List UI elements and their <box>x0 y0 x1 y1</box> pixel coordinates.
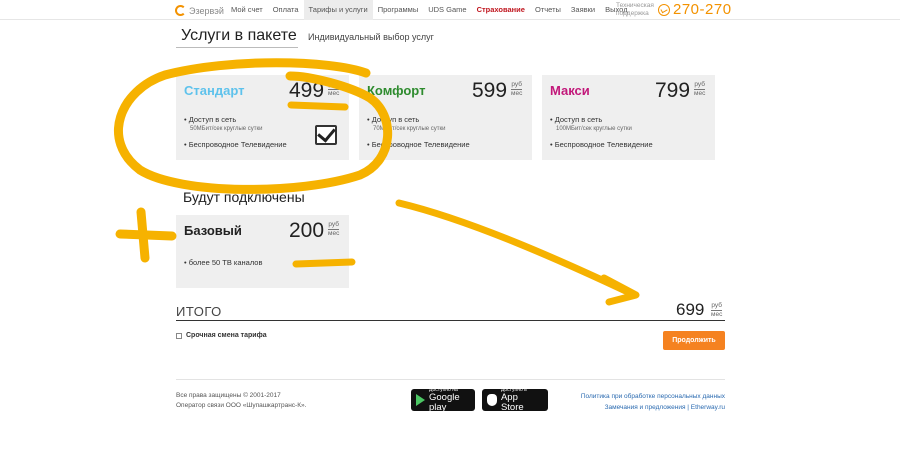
copyright-text: Все права защищены © 2001-2017 <box>176 392 281 399</box>
nav-item-insurance[interactable]: Страхование <box>472 0 530 20</box>
plan-card-standard[interactable]: Стандарт 499 руб мес • Доступ в сеть 50М… <box>176 75 349 160</box>
urgent-change-label: Срочная смена тарифа <box>186 332 267 339</box>
currency-top: руб <box>511 81 522 88</box>
total-currency: руб мес <box>711 302 723 319</box>
currency-label: руб мес <box>694 81 706 98</box>
plan-price: 499 <box>289 79 325 102</box>
google-play-icon <box>416 394 425 406</box>
feature-text: более 50 ТВ каналов <box>188 258 263 267</box>
app-store-button[interactable]: Доступно в App Store <box>482 387 548 413</box>
support-line-1: Техническая <box>616 2 654 9</box>
plus-horizontal <box>115 229 177 241</box>
individual-choice-tab[interactable]: Индивидуальный выбор услуг <box>308 32 434 42</box>
continue-button[interactable]: Продолжить <box>663 331 725 350</box>
plan-name: Макси <box>550 83 590 98</box>
support-line-2: поддержка <box>616 10 649 17</box>
app-store-text: Доступно в App Store <box>501 387 543 413</box>
currency-bottom: мес <box>328 229 340 237</box>
google-play-button[interactable]: Доступно на Google play <box>411 387 475 413</box>
plan-feature-tv: • Беспроводное Телевидение <box>184 140 287 149</box>
google-play-big: Google play <box>429 392 460 413</box>
currency-label: руб мес <box>328 221 340 238</box>
currency-top: руб <box>711 302 722 309</box>
currency-bottom: мес <box>328 89 340 97</box>
plan-card-maxi[interactable]: Макси 799 руб мес • Доступ в сеть 100МБи… <box>542 75 715 160</box>
logo[interactable]: Эзервэй <box>175 4 224 17</box>
currency-bottom: мес <box>711 310 723 318</box>
currency-top: руб <box>328 221 339 228</box>
plan-price: 799 <box>655 79 691 102</box>
currency-label: руб мес <box>328 81 340 98</box>
plan-feature-internet: • Доступ в сеть <box>367 115 420 124</box>
phone-icon <box>658 3 670 16</box>
currency-bottom: мес <box>511 89 523 97</box>
currency-bottom: мес <box>694 89 706 97</box>
arrow-head-annotation <box>600 274 640 306</box>
total-value: 699 <box>676 300 705 319</box>
support-phone[interactable]: 270-270 <box>658 1 732 18</box>
app-store-big: App Store <box>500 392 524 413</box>
support-label: Техническая поддержка <box>616 2 654 18</box>
nav-item-payment[interactable]: Оплата <box>268 0 304 20</box>
addon-name: Базовый <box>184 223 242 238</box>
plan-feature-speed: 70МБит/сек круглые сутки <box>373 126 446 132</box>
nav-item-requests[interactable]: Заявки <box>566 0 600 20</box>
addon-feature: • более 50 ТВ каналов <box>184 258 263 267</box>
urgent-change-checkbox[interactable] <box>176 332 182 339</box>
privacy-policy-link[interactable]: Политика при обработке персональных данн… <box>560 391 725 402</box>
plan-feature-speed: 100МБит/сек круглые сутки <box>556 126 632 132</box>
feature-text: Доступ в сеть <box>188 115 237 124</box>
google-play-text: Доступно на Google play <box>429 387 470 413</box>
total-label: ИТОГО <box>176 304 222 319</box>
feature-text: Беспроводное Телевидение <box>554 140 653 149</box>
footer-divider <box>176 379 725 380</box>
connected-heading: Будут подключены <box>183 189 305 205</box>
nav-item-programs[interactable]: Программы <box>373 0 424 20</box>
feature-text: Беспроводное Телевидение <box>188 140 287 149</box>
arrow-annotation <box>395 199 636 298</box>
addon-card-basic[interactable]: Базовый 200 руб мес • более 50 ТВ канало… <box>176 215 349 288</box>
page-title: Услуги в пакете <box>181 27 297 44</box>
title-underline <box>176 47 298 48</box>
addon-price: 200 <box>289 219 325 242</box>
feedback-link[interactable]: Замечания и предложения | Etherway.ru <box>560 402 725 413</box>
feature-text: Доступ в сеть <box>371 115 420 124</box>
plan-card-comfort[interactable]: Комфорт 599 руб мес • Доступ в сеть 70МБ… <box>359 75 532 160</box>
logo-text: Эзервэй <box>189 5 224 16</box>
plan-feature-tv: • Беспроводное Телевидение <box>367 140 470 149</box>
urgent-change-option[interactable]: Срочная смена тарифа <box>176 332 267 339</box>
phone-number: 270-270 <box>673 1 732 18</box>
plan-feature-internet: • Доступ в сеть <box>184 115 237 124</box>
apple-icon <box>487 394 497 406</box>
nav-item-tariffs[interactable]: Тарифы и услуги <box>303 0 373 20</box>
nav-menu: Мой счет Оплата Тарифы и услуги Программ… <box>226 0 633 20</box>
plus-vertical <box>136 207 150 263</box>
plan-feature-speed: 50МБит/сек круглые сутки <box>190 126 263 132</box>
feature-text: Беспроводное Телевидение <box>371 140 470 149</box>
selected-check-icon[interactable] <box>315 125 337 145</box>
nav-item-uds-game[interactable]: UDS Game <box>423 0 471 20</box>
plan-feature-internet: • Доступ в сеть <box>550 115 603 124</box>
copyright: Все права защищены © 2001-2017 Оператор … <box>176 391 306 411</box>
currency-top: руб <box>694 81 705 88</box>
plan-price: 599 <box>472 79 508 102</box>
feature-text: Доступ в сеть <box>554 115 603 124</box>
plan-feature-tv: • Беспроводное Телевидение <box>550 140 653 149</box>
nav-item-account[interactable]: Мой счет <box>226 0 268 20</box>
nav-item-reports[interactable]: Отчеты <box>530 0 566 20</box>
currency-label: руб мес <box>511 81 523 98</box>
operator-text: Оператор связи ООО «Шупашкартранс-К». <box>176 402 307 409</box>
footer-links: Политика при обработке персональных данн… <box>560 391 725 413</box>
currency-top: руб <box>328 81 339 88</box>
top-nav: Эзервэй Мой счет Оплата Тарифы и услуги … <box>0 0 900 20</box>
total-divider <box>176 320 725 321</box>
plan-name: Комфорт <box>367 83 426 98</box>
logo-icon <box>175 5 186 16</box>
plan-name: Стандарт <box>184 83 245 98</box>
